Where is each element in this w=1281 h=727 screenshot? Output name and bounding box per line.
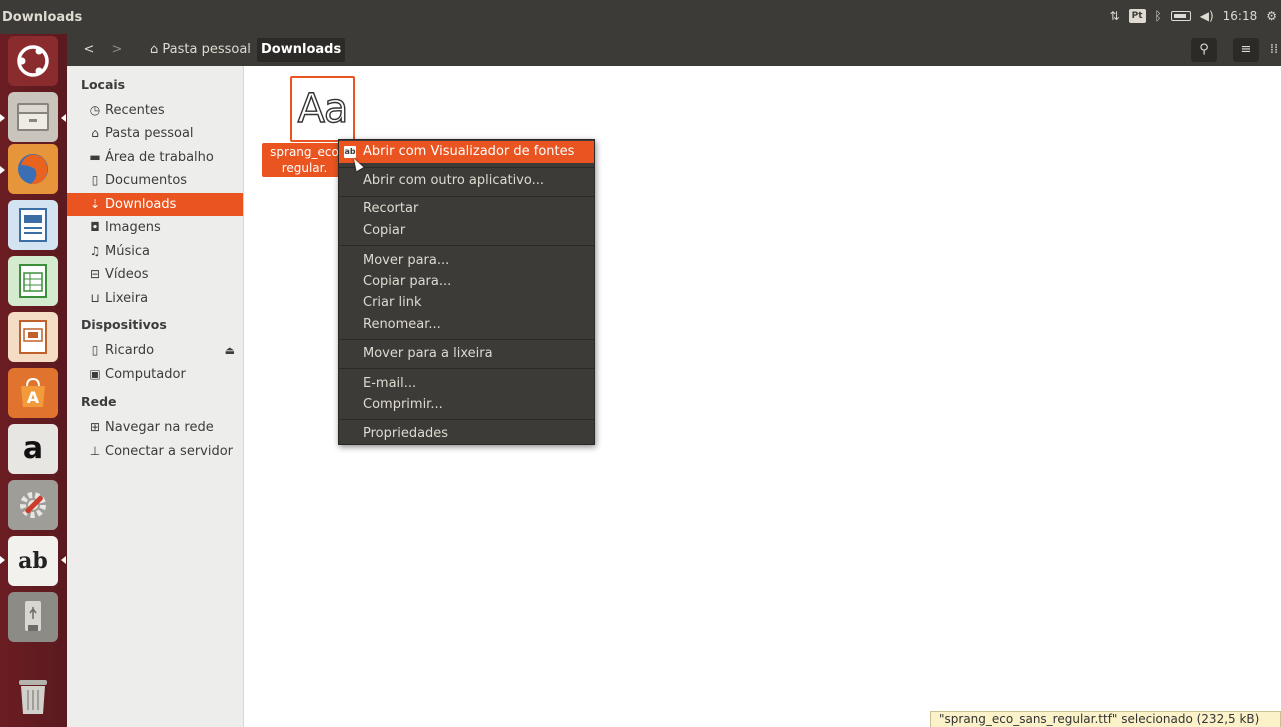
writer-icon[interactable] (8, 200, 58, 250)
menu-item-copy-to[interactable]: Copiar para... (339, 271, 594, 293)
context-menu: ab Abrir com Visualizador de fontes Abrir… (338, 139, 595, 445)
impress-icon[interactable] (8, 312, 58, 362)
calc-icon[interactable] (8, 256, 58, 306)
sidebar-item-videos[interactable]: ⊟ Vídeos (67, 263, 243, 286)
status-overlay: "sprang_eco_sans_regular.ttf" selecionad… (930, 711, 1281, 727)
menu-item-cut[interactable]: Recortar (339, 198, 594, 220)
sidebar-item-downloads[interactable]: ⇣ Downloads (67, 193, 243, 216)
system-settings-icon[interactable] (8, 480, 58, 530)
film-icon: ⊟ (89, 267, 101, 281)
session-gear-icon[interactable]: ⚙ (1266, 9, 1277, 23)
files-icon[interactable] (8, 92, 58, 142)
font-viewer-icon[interactable]: ab (8, 536, 58, 586)
menu-item-move-to[interactable]: Mover para... (339, 250, 594, 272)
menu-item-create-link[interactable]: Criar link (339, 292, 594, 314)
sidebar-item-lixeira[interactable]: ⊔ Lixeira (67, 287, 243, 310)
clock-icon: ◷ (89, 103, 101, 117)
menu-item-copy[interactable]: Copiar (339, 220, 594, 242)
section-rede: Rede (81, 394, 117, 409)
server-icon: ⊥ (89, 444, 101, 458)
breadcrumb-home[interactable]: ⌂ Pasta pessoal (146, 38, 255, 62)
section-locais: Locais (81, 77, 126, 92)
sidebar-item-pasta-pessoal[interactable]: ⌂ Pasta pessoal (67, 122, 243, 145)
sidebar-item-recentes[interactable]: ◷ Recentes (67, 99, 243, 122)
sidebar: Locais ◷ Recentes ⌂ Pasta pessoal ▬ Área de… (67, 66, 244, 727)
indicator-area: ⇅ Pt ᛒ ◀) 16:18 ⚙ (1110, 9, 1277, 23)
music-icon: ♫ (89, 244, 101, 258)
top-panel: Downloads ⇅ Pt ᛒ ◀) 16:18 ⚙ (0, 0, 1281, 34)
software-center-icon[interactable]: A (8, 368, 58, 418)
sidebar-item-conectar-a-servidor[interactable]: ⊥ Conectar a servidor (67, 440, 243, 463)
hamburger-icon: ≡ (1240, 42, 1252, 57)
search-icon: ⚲ (1199, 42, 1209, 57)
sidebar-item-ricardo[interactable]: ▯ Ricardo ⏏ (67, 339, 243, 362)
sidebar-item-computador[interactable]: ▣ Computador (67, 363, 243, 386)
back-button[interactable]: < (77, 38, 101, 62)
menu-item-move-to-trash[interactable]: Mover para a lixeira (339, 343, 594, 365)
menu-item-properties[interactable]: Propriedades (339, 423, 594, 445)
launcher: A a ab (0, 34, 67, 727)
volume-icon[interactable]: ◀) (1200, 9, 1214, 23)
sidebar-item-musica[interactable]: ♫ Música (67, 240, 243, 263)
firefox-icon[interactable] (8, 144, 58, 194)
file-name-label[interactable]: sprang_eco regular. (262, 143, 347, 177)
window-title: Downloads (2, 10, 83, 25)
trash-icon: ⊔ (90, 291, 100, 305)
menu-item-open-with-font-viewer[interactable]: ab Abrir com Visualizador de fontes (339, 141, 594, 163)
computer-icon: ▣ (89, 367, 101, 381)
amazon-icon[interactable]: a (8, 424, 58, 474)
menu-item-email[interactable]: E-mail... (339, 373, 594, 395)
network-indicator-icon[interactable]: ⇅ (1110, 9, 1120, 23)
menu-item-rename[interactable]: Renomear... (339, 314, 594, 336)
view-grid-icon[interactable]: ⁞⁞ (1267, 38, 1281, 62)
network-icon: ⊞ (89, 420, 101, 434)
menu-item-open-with-other[interactable]: Abrir com outro aplicativo... (339, 170, 594, 192)
font-viewer-icon: ab (344, 146, 356, 158)
sidebar-item-navegar-na-rede[interactable]: ⊞ Navegar na rede (67, 416, 243, 439)
folder-icon: ▬ (89, 150, 101, 164)
sidebar-item-area-de-trabalho[interactable]: ▬ Área de trabalho (67, 146, 243, 169)
bluetooth-icon[interactable]: ᛒ (1155, 9, 1162, 23)
usb-icon: ▯ (91, 343, 99, 357)
keyboard-layout-indicator[interactable]: Pt (1128, 9, 1146, 23)
eject-icon[interactable]: ⏏ (225, 339, 235, 362)
section-dispositivos: Dispositivos (81, 317, 167, 332)
menu-item-compress[interactable]: Comprimir... (339, 394, 594, 416)
home-icon: ⌂ (91, 126, 99, 140)
sidebar-item-imagens[interactable]: ◘ Imagens (67, 216, 243, 239)
home-icon: ⌂ (150, 42, 163, 57)
search-button[interactable]: ⚲ (1191, 38, 1217, 62)
font-file-thumbnail[interactable]: Aa (290, 76, 355, 142)
usb-drive-icon[interactable] (8, 592, 58, 642)
battery-icon[interactable] (1170, 11, 1191, 21)
document-icon: ▯ (91, 173, 99, 187)
camera-icon: ◘ (90, 220, 100, 234)
sidebar-item-documentos[interactable]: ▯ Documentos (67, 169, 243, 192)
ubuntu-dash-icon[interactable] (8, 36, 58, 86)
forward-button[interactable]: > (105, 38, 129, 62)
svg-text:A: A (27, 388, 40, 407)
header-bar: < > ⌂ Pasta pessoal Downloads ⚲ ≡ ⁞⁞ (67, 34, 1281, 66)
download-icon: ⇣ (89, 197, 101, 211)
trash-icon[interactable] (8, 670, 58, 720)
menu-button[interactable]: ≡ (1233, 38, 1259, 62)
breadcrumb-current[interactable]: Downloads (257, 38, 346, 62)
clock[interactable]: 16:18 (1223, 9, 1258, 23)
